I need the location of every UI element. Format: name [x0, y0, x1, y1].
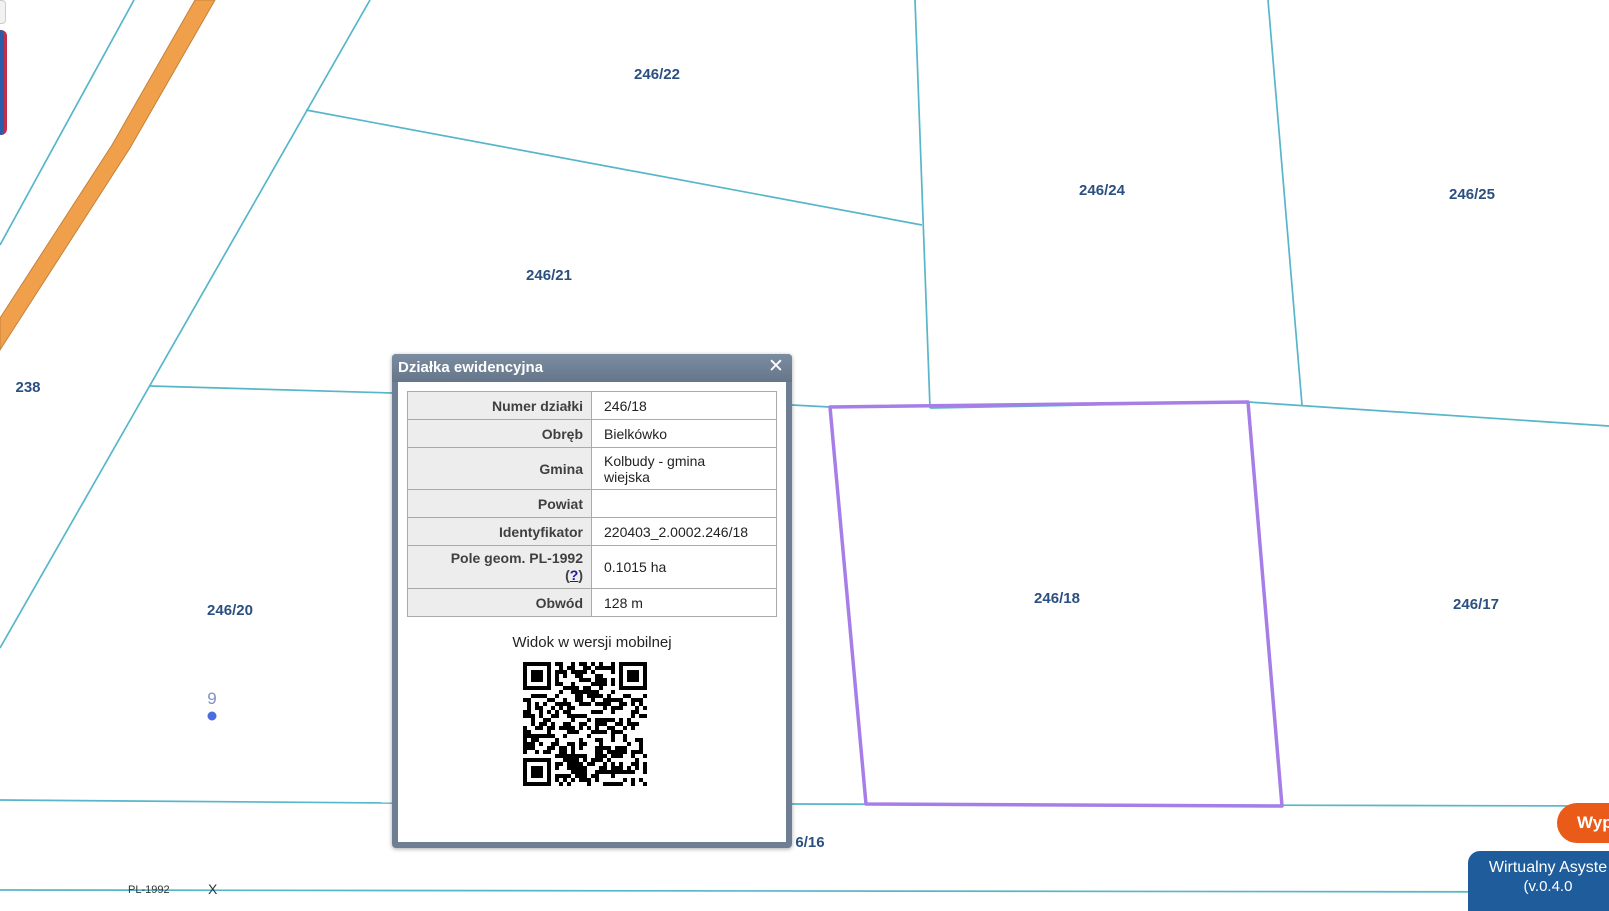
close-icon[interactable]: ✕ [766, 356, 786, 378]
parcel-label-246-21: 246/21 [526, 267, 572, 284]
parcel-label-246-18: 246/18 [1034, 590, 1080, 607]
row-value-pole-geom: 0.1015 ha [591, 545, 777, 589]
parcel-label-246-24: 246/24 [1079, 182, 1126, 199]
table-row: Obręb Bielkówko [407, 419, 777, 448]
row-value-gmina: Kolbudy - gmina wiejska [591, 447, 777, 490]
parcel-label-246-16: 6/16 [795, 834, 824, 851]
popup-body: Numer działki 246/18 Obręb Bielkówko Gmi… [398, 382, 786, 842]
parcel-label-246-22: 246/22 [634, 66, 680, 83]
row-value-identyfikator: 220403_2.0002.246/18 [591, 517, 777, 546]
row-key-pole-geom-label: Pole geom. PL-1992 [450, 550, 583, 566]
popup-title: Działka ewidencyjna [398, 359, 544, 376]
parcel-boundaries [0, 0, 1609, 893]
table-row: Numer działki 246/18 [407, 391, 777, 420]
row-key-obwod: Obwód [407, 588, 592, 617]
point-marker[interactable] [207, 711, 217, 721]
qr-code-icon [523, 662, 647, 786]
road [0, 0, 216, 351]
assistant-label: Wirtualny Asyste [1488, 859, 1608, 876]
row-value-obreb: Bielkówko [591, 419, 777, 448]
parcel-info-table: Numer działki 246/18 Obręb Bielkówko Gmi… [407, 391, 777, 617]
row-key-gmina: Gmina [407, 447, 592, 490]
row-key-identyfikator: Identyfikator [407, 517, 592, 546]
table-row: Powiat [407, 489, 777, 518]
parcel-label-246-25: 246/25 [1449, 186, 1495, 203]
side-panel-tab[interactable] [0, 30, 7, 135]
row-key-powiat: Powiat [407, 489, 592, 518]
row-key-obreb: Obręb [407, 419, 592, 448]
crs-label: PL-1992 [128, 884, 170, 896]
parcel-label-238: 238 [15, 379, 40, 396]
popup-header[interactable]: Działka ewidencyjna ✕ [392, 354, 792, 382]
virtual-assistant-button[interactable]: Wirtualny Asyste (v.0.4.0 [1468, 851, 1609, 911]
row-value-numer-dzialki: 246/18 [591, 391, 777, 420]
parcel-info-popup: Działka ewidencyjna ✕ Numer działki 246/… [392, 354, 792, 848]
table-row: Obwód 128 m [407, 588, 777, 617]
parcel-label-246-20: 246/20 [207, 602, 253, 619]
row-key-pole-geom: Pole geom. PL-1992 (?) [407, 545, 592, 589]
table-row: Pole geom. PL-1992 (?) 0.1015 ha [407, 545, 777, 589]
point-label: 9 [207, 689, 216, 708]
row-key-numer-dzialki: Numer działki [407, 391, 592, 420]
side-panel-handle[interactable] [0, 0, 6, 24]
parcel-label-246-17: 246/17 [1453, 596, 1499, 613]
row-value-powiat [591, 489, 777, 518]
assistant-version: (v.0.4.0 [1523, 878, 1573, 895]
mobile-view-caption: Widok w wersji mobilnej [512, 634, 672, 651]
print-button[interactable]: Wyp [1557, 803, 1609, 843]
help-link[interactable]: ? [570, 567, 579, 583]
table-row: Gmina Kolbudy - gmina wiejska [407, 447, 777, 490]
table-row: Identyfikator 220403_2.0002.246/18 [407, 517, 777, 546]
cadastral-map[interactable]: 246/22 246/24 246/25 246/21 238 246/20 2… [0, 0, 1609, 895]
row-value-obwod: 128 m [591, 588, 777, 617]
